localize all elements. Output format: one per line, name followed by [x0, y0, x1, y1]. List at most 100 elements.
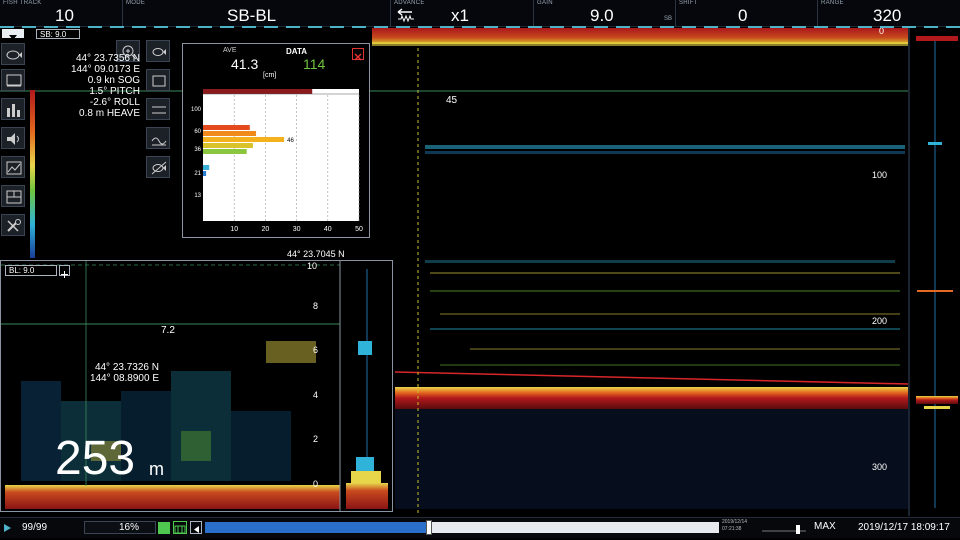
close-icon [354, 53, 362, 61]
fish-size-button[interactable] [146, 156, 170, 178]
advance-arrow-icon [397, 8, 414, 23]
bottom-depth-value: 253 [55, 432, 136, 485]
monitor-icon [6, 74, 22, 87]
fish-track-cell[interactable]: FISH TRACK 10 [0, 0, 122, 26]
advance-label: ADVANCE [394, 0, 425, 6]
histogram-plot-area [203, 89, 359, 221]
histogram-y-tick: 60 [194, 129, 201, 135]
rewind-button[interactable] [190, 521, 202, 534]
fish-marker-icon [152, 48, 166, 56]
sound-button[interactable] [1, 127, 25, 149]
display-mode-button[interactable] [1, 69, 25, 91]
ave-label: AVE [223, 47, 237, 54]
playback-timeline[interactable] [205, 520, 719, 535]
layout-icon [6, 190, 22, 204]
histogram-bar [203, 143, 253, 148]
gain-sub-label: SB [664, 16, 673, 22]
zoom-position: 44° 23.7326 N 144° 08.8900 E [79, 362, 159, 384]
tools-icon [7, 219, 21, 232]
shift-value: 0 [738, 6, 748, 25]
settings-button[interactable] [1, 214, 25, 236]
depth-label-200: 200 [872, 316, 888, 326]
bottom-lock-zoom-panel[interactable]: BL: 9.0 10 8 6 4 2 0 7.2 44° 23.7326 N 1… [0, 260, 393, 512]
timeline-progress [205, 522, 429, 533]
fish-school-button[interactable] [1, 43, 25, 65]
chart-view-button[interactable] [1, 156, 25, 178]
shift-cell[interactable]: SHIFT 0 [675, 0, 818, 26]
histogram-x-tick: 30 [293, 226, 301, 233]
gain-label: GAIN [537, 0, 553, 6]
bottom-lock-button[interactable] [146, 127, 170, 149]
speed-slider[interactable] [760, 522, 808, 534]
heave: 0.8 m HEAVE [79, 108, 140, 119]
fish-mark-button[interactable] [146, 40, 170, 62]
range-cell[interactable]: RANGE 320 [817, 0, 960, 26]
bottom-depth-unit: m [149, 459, 164, 479]
histogram-bar [203, 149, 247, 154]
frame-icon [152, 75, 166, 87]
depth-label-0: 0 [879, 28, 885, 36]
navigation-info: 44° 23.7356 N 144° 09.0173 E 0.9 kn SOG … [40, 53, 140, 119]
marker-depth-label: 45 [446, 95, 458, 106]
split-icon [152, 106, 166, 114]
fish-icon [6, 50, 22, 60]
bottom-status-bar: 99/99 16% 2019/12/14 07:21:38 MAX 2019/1… [0, 517, 960, 538]
sb-gain-badge: SB: 9.0 [36, 29, 80, 39]
zoom-latitude: 44° 23.7326 N [94, 362, 159, 373]
percent-box: 16% [84, 521, 156, 534]
histogram-button[interactable] [1, 98, 25, 120]
split-view-button[interactable] [146, 98, 170, 120]
histogram-y-tick: 36 [194, 147, 201, 153]
zoom-longitude: 144° 08.8900 E [89, 373, 159, 384]
latitude: 44° 23.7356 N [75, 53, 140, 64]
gain-cell[interactable]: GAIN 9.0 SB [533, 0, 676, 26]
chevron-down-icon [9, 35, 17, 40]
clock-datetime: 2019/12/17 18:09:17 [858, 522, 950, 533]
unit-label: [cm] [263, 72, 277, 79]
close-button[interactable] [352, 48, 364, 61]
wave-icon [151, 137, 167, 146]
advance-cell[interactable]: ADVANCE x1 [390, 0, 534, 26]
histogram-x-tick: 20 [262, 226, 270, 233]
zoom-scale-6: 6 [313, 345, 319, 355]
data-label: DATA [286, 47, 308, 56]
histogram-y-tick: 13 [194, 193, 201, 199]
mode-value: SB-BL [227, 6, 277, 25]
record-indicator[interactable] [158, 522, 170, 534]
page-counter: 99/99 [22, 522, 48, 533]
filmstrip-button[interactable] [173, 521, 187, 534]
pitch: 1.5° PITCH [89, 86, 140, 97]
fish-size-histogram-window[interactable]: AVE DATA 41.3 114 [cm] 10 20 30 40 50 100 60 36… [182, 43, 370, 238]
mode-cell[interactable]: MODE SB-BL [122, 0, 391, 26]
speed-over-ground: 0.9 kn SOG [87, 75, 140, 86]
depth-label-100: 100 [872, 170, 888, 180]
timeline-time: 07:21:38 [722, 526, 742, 532]
fish-size-icon [151, 161, 167, 175]
histogram-bar [203, 137, 285, 142]
menu-toggle-button[interactable] [2, 29, 24, 40]
range-label: RANGE [821, 0, 844, 6]
histogram-peak-label: 46 [287, 138, 294, 144]
data-value: 114 [303, 56, 326, 72]
zoom-scale-0: 0 [313, 479, 319, 489]
bl-gain-badge: BL: 9.0 [5, 265, 57, 276]
histogram-x-tick: 10 [230, 226, 238, 233]
histogram-bar [203, 131, 257, 136]
speaker-icon [7, 133, 19, 145]
longitude: 144° 09.0173 E [70, 64, 140, 75]
histogram-x-tick: 40 [324, 226, 332, 233]
layout-button[interactable] [1, 185, 25, 207]
zoom-box-button[interactable] [146, 69, 170, 91]
range-value: 320 [873, 6, 902, 25]
histogram-x-tick: 50 [355, 226, 363, 233]
shift-label: SHIFT [679, 0, 698, 6]
slider-track-icon [762, 525, 806, 534]
filmstrip-icon [174, 525, 186, 534]
move-panel-button[interactable] [59, 265, 70, 278]
max-label: MAX [814, 521, 836, 532]
mode-label: MODE [126, 0, 146, 6]
bar-chart-icon [7, 104, 20, 117]
timeline-thumb[interactable] [425, 520, 432, 535]
fish-track-label: FISH TRACK [3, 0, 42, 6]
histogram-bar [203, 125, 250, 130]
